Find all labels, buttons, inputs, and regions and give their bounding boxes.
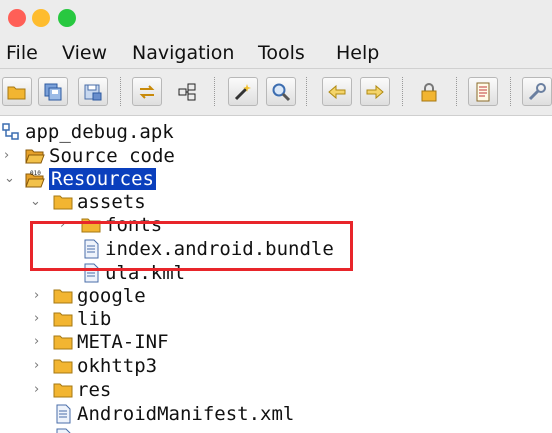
chevron-right-icon[interactable]: ›	[34, 335, 46, 348]
svg-text:010: 010	[30, 170, 41, 177]
resources-folder-icon: 010	[24, 168, 46, 190]
file-icon	[52, 427, 74, 433]
chevron-right-icon[interactable]: ›	[34, 359, 46, 372]
tree-item-label: assets	[77, 190, 146, 213]
folder-icon	[52, 285, 74, 307]
window-titlebar	[0, 0, 552, 37]
tree-item-label: Resources	[49, 167, 156, 190]
close-window-button[interactable]	[8, 9, 26, 27]
sync-button[interactable]	[132, 77, 162, 106]
toolbar	[0, 69, 552, 116]
tree-item-label: okhttp3	[77, 354, 158, 377]
toolbar-separator	[120, 77, 122, 106]
tree-item-label: Source code	[49, 144, 175, 167]
menu-view[interactable]: View	[62, 42, 107, 64]
hierarchy-icon	[178, 83, 196, 100]
sync-arrows-icon	[139, 84, 155, 99]
folder-icon	[52, 355, 74, 377]
hierarchy-button[interactable]	[172, 77, 202, 106]
chevron-right-icon[interactable]: ›	[34, 312, 46, 325]
save-all-button[interactable]	[38, 77, 68, 106]
wrench-icon	[528, 82, 546, 100]
tree-root-node[interactable]: app_debug.apk	[0, 120, 174, 143]
save-all-icon	[44, 83, 62, 100]
tree-item-meta-inf[interactable]: META-INF	[52, 330, 169, 353]
tree-item-label: AndroidManifest.xml	[77, 402, 295, 425]
toolbar-separator	[402, 77, 404, 106]
folder-open-icon	[24, 145, 46, 167]
open-file-button[interactable]	[2, 77, 32, 106]
save-icon	[84, 84, 102, 100]
deobfuscate-button[interactable]	[414, 77, 444, 106]
tree-item-source-code[interactable]: Source code	[24, 144, 175, 167]
tree-item-partial[interactable]	[52, 426, 77, 433]
search-icon	[272, 83, 291, 101]
decompile-button[interactable]	[228, 77, 258, 106]
project-tree: app_debug.apk › Source code ⌄ 010 Resour…	[0, 116, 552, 433]
tree-item-res[interactable]: res	[52, 378, 111, 401]
search-button[interactable]	[266, 77, 296, 106]
tree-root-label: app_debug.apk	[25, 120, 174, 143]
export-button[interactable]	[78, 77, 108, 106]
tree-item-label: lib	[77, 307, 112, 330]
chevron-down-icon[interactable]: ⌄	[4, 172, 16, 185]
folder-icon	[52, 191, 74, 213]
file-icon	[52, 403, 74, 425]
log-viewer-button[interactable]	[468, 77, 498, 106]
tree-item-label: res	[77, 378, 112, 401]
preferences-button[interactable]	[522, 77, 552, 106]
tree-item-assets[interactable]: assets	[52, 190, 146, 213]
menu-file[interactable]: File	[6, 42, 38, 64]
tree-item-google[interactable]: google	[52, 284, 146, 307]
menu-help[interactable]: Help	[336, 42, 379, 64]
menu-bar: File View Navigation Tools Help	[0, 37, 552, 69]
tree-item-okhttp3[interactable]: okhttp3	[52, 354, 157, 377]
minimize-window-button[interactable]	[32, 9, 50, 27]
highlight-annotation-box	[30, 221, 353, 271]
toolbar-separator	[510, 77, 512, 106]
tree-item-android-manifest[interactable]: AndroidManifest.xml	[52, 402, 294, 425]
chevron-right-icon[interactable]: ›	[4, 149, 16, 162]
maximize-window-button[interactable]	[58, 9, 76, 27]
lock-icon	[421, 82, 437, 101]
magic-wand-icon	[234, 83, 251, 100]
back-button[interactable]	[322, 77, 352, 106]
arrow-right-icon	[366, 84, 384, 99]
chevron-right-icon[interactable]: ›	[34, 289, 46, 302]
tree-item-lib[interactable]: lib	[52, 307, 111, 330]
apk-icon	[0, 121, 22, 143]
folder-icon	[52, 379, 74, 401]
chevron-right-icon[interactable]: ›	[34, 383, 46, 396]
menu-tools[interactable]: Tools	[258, 42, 305, 64]
arrow-left-icon	[328, 84, 346, 99]
tree-item-label: google	[77, 284, 146, 307]
tree-item-resources[interactable]: 010 Resources	[24, 167, 156, 190]
chevron-down-icon[interactable]: ⌄	[30, 195, 42, 208]
folder-icon	[52, 331, 74, 353]
tree-item-label: META-INF	[77, 330, 169, 353]
log-document-icon	[476, 82, 490, 101]
folder-icon	[52, 308, 74, 330]
menu-navigation[interactable]: Navigation	[132, 42, 234, 64]
forward-button[interactable]	[360, 77, 390, 106]
toolbar-separator	[214, 77, 216, 106]
open-folder-icon	[7, 86, 26, 99]
toolbar-separator	[306, 77, 308, 106]
toolbar-separator	[456, 77, 458, 106]
